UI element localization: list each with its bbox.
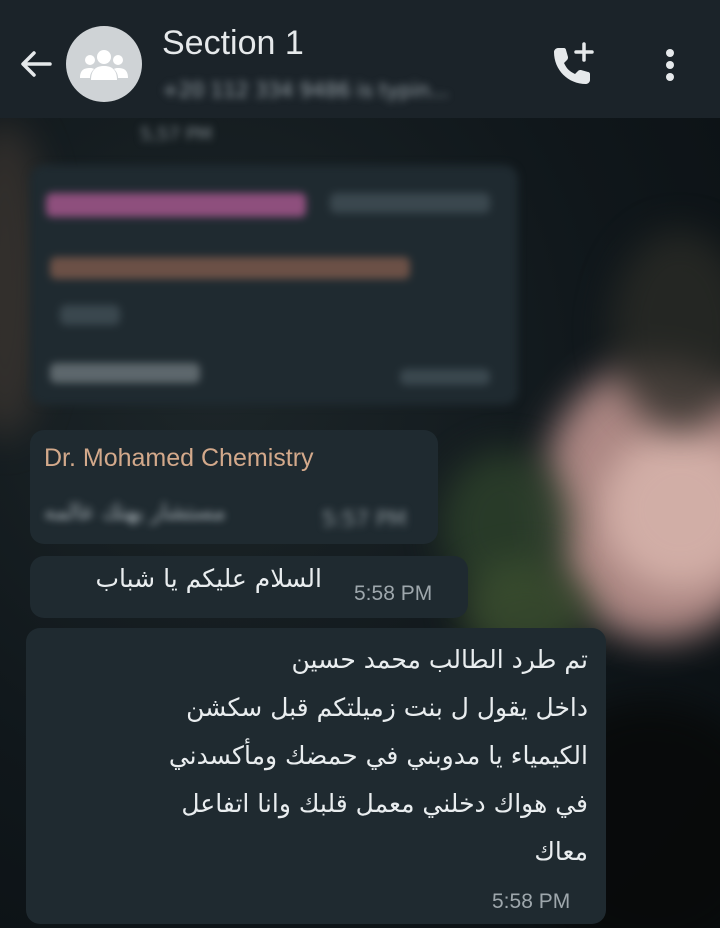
message-text-blurred: مستشار يهتك عالمه <box>44 500 226 525</box>
blurred-line <box>50 257 410 279</box>
message-text-multiline: تم طرد الطالب محمد حسين داخل يقول ل بنت … <box>40 636 588 876</box>
chat-header: Section 1 +20 112 334 9486 is typin... <box>0 0 720 118</box>
group-avatar-icon[interactable] <box>66 26 142 102</box>
message-line: معاك <box>534 837 588 866</box>
message-line: تم طرد الطالب محمد حسين <box>291 645 589 674</box>
message-time: 5:58 PM <box>354 582 433 605</box>
back-arrow-icon[interactable] <box>14 42 58 86</box>
blurred-line <box>50 363 200 383</box>
blurred-line <box>400 369 490 385</box>
chat-title[interactable]: Section 1 <box>162 24 304 63</box>
blurred-message-bubble <box>30 165 518 405</box>
chat-subtitle: +20 112 334 9486 is typin... <box>162 78 449 102</box>
blurred-line <box>330 193 490 213</box>
message-line: الكيمياء يا مدوبني في حمضك ومأكسدني <box>168 741 588 770</box>
sender-name[interactable]: Dr. Mohamed Chemistry <box>44 444 314 473</box>
message-text: السلام عليكم يا شباب <box>95 564 322 593</box>
message-time: 5:57 PM <box>322 507 407 531</box>
message-line: في هواك دخلني معمل قلبك وانا اتفاعل <box>181 789 588 818</box>
blurred-line <box>46 193 306 217</box>
more-options-icon[interactable] <box>650 40 690 90</box>
message-line: داخل يقول ل بنت زميلتكم قبل سكشن <box>186 693 588 722</box>
add-call-icon[interactable] <box>548 40 598 90</box>
blurred-line <box>60 305 120 325</box>
message-time: 5:58 PM <box>492 890 571 913</box>
blurred-timestamp: 5,57 PM <box>140 124 213 145</box>
